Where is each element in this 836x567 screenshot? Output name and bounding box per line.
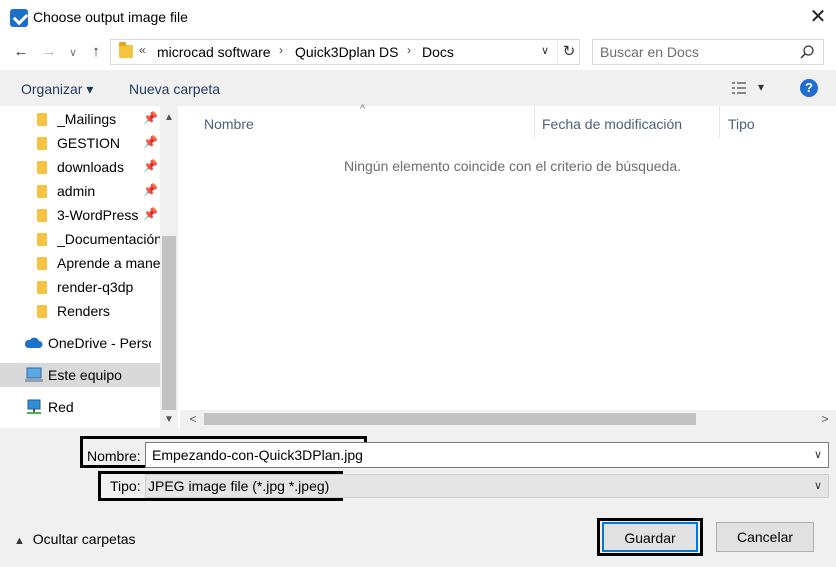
chevron-up-icon: ▲ <box>14 535 25 547</box>
view-list-icon[interactable] <box>732 82 746 94</box>
search-input[interactable] <box>600 43 790 61</box>
file-list-scrollbar[interactable]: < > <box>180 410 836 428</box>
address-bar[interactable]: « microcad software › Quick3Dplan DS › D… <box>110 39 580 65</box>
nav-item-label: render-q3dp <box>57 279 134 295</box>
pin-icon: 📌 <box>143 183 158 197</box>
nav-item-render-q3dp[interactable]: render-q3dp <box>0 275 160 299</box>
file-type-value: JPEG image file (*.jpg *.jpeg) <box>148 478 330 494</box>
column-divider[interactable] <box>719 106 720 138</box>
app-icon <box>10 9 28 27</box>
nav-item-mailings[interactable]: _Mailings 📌 <box>0 107 160 131</box>
pin-icon: 📌 <box>143 159 158 173</box>
folder-icon <box>37 113 47 126</box>
chevron-down-icon[interactable]: ∨ <box>814 448 822 461</box>
scroll-thumb[interactable] <box>162 236 176 410</box>
command-bar: Organizar ▾ Nueva carpeta ▾ <box>0 70 836 106</box>
up-arrow-icon[interactable]: ↑ <box>85 41 107 63</box>
folder-icon <box>37 185 47 198</box>
navigation-scrollbar[interactable]: ▲ ▼ <box>160 106 178 428</box>
folder-icon <box>37 305 47 318</box>
nav-item-este-equipo[interactable]: Este equipo <box>0 363 160 387</box>
nav-item-aprende[interactable]: Aprende a manej <box>0 251 160 275</box>
network-icon <box>27 399 41 414</box>
window-title: Choose output image file <box>33 9 188 25</box>
column-header-nombre[interactable]: Nombre <box>204 116 254 132</box>
breadcrumb-microcad-software[interactable]: microcad software <box>157 44 271 60</box>
nav-item-label: _Documentación <box>57 231 160 247</box>
folder-icon <box>37 257 47 270</box>
nav-item-label: OneDrive - Person <box>48 335 151 351</box>
nav-item-label: Red <box>48 399 74 415</box>
navigation-pane: _Mailings 📌 GESTION 📌 downloads 📌 admin … <box>0 106 178 428</box>
column-header-fecha[interactable]: Fecha de modificación <box>542 116 682 132</box>
scroll-right-icon[interactable]: > <box>816 410 834 428</box>
scroll-thumb[interactable] <box>204 413 696 425</box>
filename-field[interactable]: ∨ <box>145 442 829 468</box>
breadcrumb-docs[interactable]: Docs <box>422 44 454 60</box>
type-label: Tipo: <box>110 478 141 494</box>
nav-item-wordpress[interactable]: 3-WordPress 📌 <box>0 203 160 227</box>
nav-item-admin[interactable]: admin 📌 <box>0 179 160 203</box>
pin-icon: 📌 <box>143 207 158 221</box>
close-icon[interactable]: ✕ <box>806 6 830 30</box>
folder-icon <box>119 42 133 58</box>
scroll-down-icon[interactable]: ▼ <box>160 412 178 428</box>
new-folder-button[interactable]: Nueva carpeta <box>129 81 220 97</box>
pin-icon: 📌 <box>143 135 158 149</box>
computer-icon <box>25 367 43 382</box>
breadcrumb-quick3dplan-ds[interactable]: Quick3Dplan DS <box>295 44 399 60</box>
folder-icon <box>37 209 47 222</box>
hide-folders-toggle[interactable]: ▲ Ocultar carpetas <box>14 531 136 547</box>
search-icon <box>800 45 814 59</box>
nav-item-gestion[interactable]: GESTION 📌 <box>0 131 160 155</box>
organize-menu-button[interactable]: Organizar ▾ <box>21 81 93 98</box>
search-box[interactable] <box>592 39 824 65</box>
save-button[interactable]: Guardar <box>602 522 698 552</box>
chevron-right-icon[interactable]: › <box>407 43 411 57</box>
nav-item-label: Renders <box>57 303 110 319</box>
back-arrow-icon[interactable]: ← <box>10 41 32 63</box>
chevron-down-icon[interactable]: ∨ <box>814 479 822 492</box>
chevron-right-icon[interactable]: › <box>279 43 283 57</box>
nav-item-documentacion[interactable]: _Documentación <box>0 227 160 251</box>
nav-item-renders[interactable]: Renders <box>0 299 160 323</box>
nav-item-label: Este equipo <box>48 367 122 383</box>
folder-icon <box>37 233 47 246</box>
help-icon[interactable]: ? <box>800 79 818 97</box>
folder-icon <box>37 161 47 174</box>
cancel-button[interactable]: Cancelar <box>716 522 814 552</box>
column-header-tipo[interactable]: Tipo <box>728 116 755 132</box>
forward-arrow-icon[interactable]: → <box>38 41 60 63</box>
nav-item-label: Aprende a manej <box>57 255 160 271</box>
filename-input[interactable] <box>152 446 802 464</box>
scroll-left-icon[interactable]: < <box>184 410 202 428</box>
hide-folders-label: Ocultar carpetas <box>32 531 136 547</box>
refresh-icon[interactable]: ↻ <box>557 40 580 64</box>
file-type-select[interactable]: JPEG image file (*.jpg *.jpeg) ∨ <box>145 474 829 498</box>
folder-icon <box>37 137 47 150</box>
chevron-down-icon[interactable]: ∨ <box>541 44 549 57</box>
empty-message: Ningún elemento coincide con el criterio… <box>344 158 681 174</box>
view-menu-chevron-icon[interactable]: ▾ <box>758 80 764 94</box>
breadcrumb-overflow[interactable]: « <box>139 43 146 57</box>
cloud-icon <box>24 337 43 348</box>
recent-locations-icon[interactable]: ∨ <box>62 42 84 64</box>
nav-item-red[interactable]: Red <box>0 395 160 419</box>
nav-item-onedrive[interactable]: OneDrive - Person <box>0 331 160 355</box>
column-divider[interactable] <box>534 106 535 138</box>
file-list[interactable]: ^ Nombre Fecha de modificación Tipo Ning… <box>180 103 836 428</box>
pin-icon: 📌 <box>143 111 158 125</box>
name-label: Nombre: <box>87 448 141 464</box>
title-bar: Choose output image file ✕ <box>0 0 836 36</box>
folder-icon <box>37 281 47 294</box>
scroll-up-icon[interactable]: ▲ <box>160 110 178 126</box>
sort-indicator-icon: ^ <box>360 103 366 115</box>
nav-item-downloads[interactable]: downloads 📌 <box>0 155 160 179</box>
